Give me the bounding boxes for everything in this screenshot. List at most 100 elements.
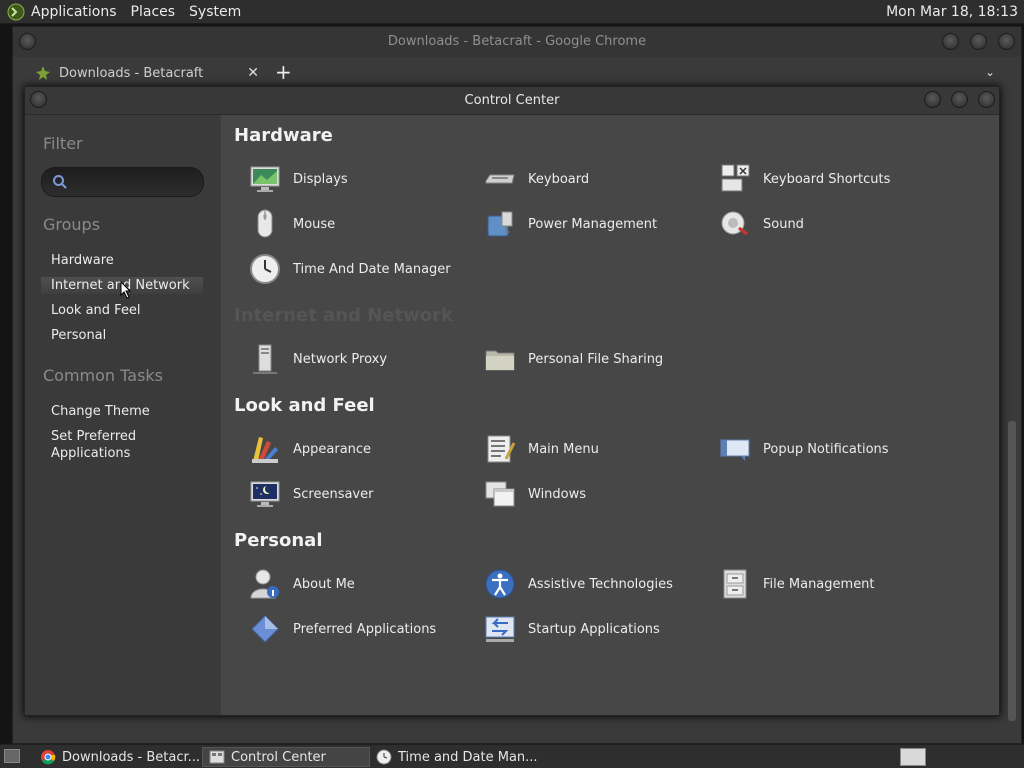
item-displays[interactable]: Displays: [249, 161, 479, 197]
control-center-title: Control Center: [464, 93, 560, 108]
task-link-set-preferred-applications[interactable]: Set Preferred Applications: [41, 428, 161, 462]
item-label: Windows: [528, 486, 587, 502]
section-title-look-and-feel: Look and Feel: [234, 395, 375, 416]
cc-menu-button[interactable]: [30, 91, 47, 108]
taskbar-item-time-and-date[interactable]: Time and Date Man...: [370, 747, 538, 767]
about-me-icon: [250, 569, 279, 599]
item-file-management[interactable]: File Management: [719, 566, 949, 602]
task-link-change-theme[interactable]: Change Theme: [41, 403, 203, 420]
control-center-icon: [209, 750, 225, 764]
chrome-close-button[interactable]: [998, 33, 1015, 50]
betacraft-favicon-icon: [36, 66, 50, 80]
new-tab-button[interactable]: +: [275, 60, 292, 84]
taskbar-item-label: Control Center: [231, 749, 326, 765]
taskbar-item-label: Time and Date Man...: [398, 749, 538, 765]
item-main-menu[interactable]: Main Menu: [484, 431, 714, 467]
filter-box[interactable]: [41, 167, 204, 197]
chrome-icon: [41, 750, 56, 765]
item-network-proxy[interactable]: Network Proxy: [249, 341, 479, 377]
network-proxy-icon: [253, 344, 277, 374]
item-about-me[interactable]: About Me: [249, 566, 479, 602]
group-link-look-and-feel[interactable]: Look and Feel: [41, 302, 203, 319]
item-sound[interactable]: Sound: [719, 206, 949, 242]
item-label: Main Menu: [528, 441, 599, 457]
item-label: Screensaver: [293, 486, 374, 502]
folder-share-icon: [485, 350, 515, 371]
taskbar-item-control-center[interactable]: Control Center: [202, 747, 370, 767]
common-tasks-heading: Common Tasks: [43, 366, 164, 385]
item-personal-file-sharing[interactable]: Personal File Sharing: [484, 341, 714, 377]
item-label: Assistive Technologies: [528, 576, 673, 592]
tab-search-chevron-icon[interactable]: ⌄: [985, 65, 995, 79]
item-label: Appearance: [293, 441, 372, 457]
chrome-minimize-button[interactable]: [942, 33, 959, 50]
chrome-titlebar[interactable]: Downloads - Betacraft - Google Chrome: [13, 27, 1021, 57]
group-link-personal[interactable]: Personal: [41, 327, 203, 344]
item-label: Network Proxy: [293, 351, 388, 367]
show-desktop-icon[interactable]: [4, 749, 20, 763]
item-label: Keyboard: [528, 171, 590, 187]
keyboard-icon: [485, 174, 515, 184]
bottom-taskbar: Downloads - Betacr... Control Center Tim…: [0, 744, 1024, 768]
item-keyboard[interactable]: Keyboard: [484, 161, 714, 197]
chrome-scrollbar-thumb[interactable]: [1008, 421, 1016, 721]
cc-minimize-button[interactable]: [924, 91, 941, 108]
tab-close-icon[interactable]: ✕: [247, 65, 259, 81]
chrome-menu-button[interactable]: [19, 33, 36, 50]
item-label: Personal File Sharing: [528, 351, 664, 367]
item-power-management[interactable]: Power Management: [484, 206, 714, 242]
item-label: Mouse: [293, 216, 336, 232]
item-assistive-technologies[interactable]: Assistive Technologies: [484, 566, 714, 602]
file-management-icon: [723, 569, 747, 599]
startup-apps-icon: [485, 616, 515, 642]
panel-clock[interactable]: Mon Mar 18, 18:13: [886, 4, 1018, 20]
filter-heading: Filter: [43, 134, 83, 153]
display-icon: [250, 166, 280, 192]
item-label: Keyboard Shortcuts: [763, 171, 891, 187]
control-center-sidebar: Filter Groups Hardware Internet and Netw…: [25, 115, 219, 715]
item-label: File Management: [763, 576, 875, 592]
popup-notifications-icon: [720, 439, 750, 461]
control-center-titlebar[interactable]: Control Center: [25, 87, 999, 115]
main-menu-icon: [487, 435, 516, 463]
taskbar-item-chrome[interactable]: Downloads - Betacr...: [34, 747, 200, 767]
groups-heading: Groups: [43, 215, 101, 234]
filter-input[interactable]: [72, 174, 192, 190]
mouse-cursor-icon: [120, 281, 132, 299]
chrome-tabstrip: Downloads - Betacraft ✕ + ⌄: [13, 57, 1021, 87]
search-icon: [53, 175, 67, 189]
applications-menu[interactable]: Applications: [31, 4, 117, 20]
item-label: About Me: [293, 576, 355, 592]
chrome-tab-downloads[interactable]: Downloads - Betacraft ✕: [21, 59, 261, 87]
group-link-hardware[interactable]: Hardware: [41, 252, 203, 269]
item-screensaver[interactable]: Screensaver: [249, 476, 479, 512]
screensaver-icon: [250, 481, 280, 507]
item-appearance[interactable]: Appearance: [249, 431, 479, 467]
chrome-maximize-button[interactable]: [970, 33, 987, 50]
item-preferred-applications[interactable]: Preferred Applications: [249, 611, 479, 647]
item-label: Popup Notifications: [763, 441, 889, 457]
windows-icon: [485, 481, 515, 507]
item-keyboard-shortcuts[interactable]: Keyboard Shortcuts: [719, 161, 949, 197]
cc-maximize-button[interactable]: [951, 91, 968, 108]
system-menu[interactable]: System: [189, 4, 241, 20]
item-startup-applications[interactable]: Startup Applications: [484, 611, 714, 647]
appearance-icon: [252, 437, 278, 463]
item-label: Sound: [763, 216, 804, 232]
mate-logo-icon[interactable]: [7, 3, 25, 21]
section-title-internet-and-network: Internet and Network: [234, 305, 453, 326]
accessibility-icon: [485, 569, 515, 599]
item-time-and-date-manager[interactable]: Time And Date Manager: [249, 251, 479, 287]
places-menu[interactable]: Places: [131, 4, 176, 20]
preferred-apps-icon: [251, 615, 279, 643]
chrome-scrollbar[interactable]: [1007, 131, 1017, 731]
control-center-content: Hardware Displays Keyboard Keyboard Shor…: [221, 115, 999, 715]
control-center-window: Control Center Filter Groups Hardware In…: [24, 86, 1000, 716]
item-label: Startup Applications: [528, 621, 660, 637]
item-mouse[interactable]: Mouse: [249, 206, 479, 242]
item-popup-notifications[interactable]: Popup Notifications: [719, 431, 949, 467]
cc-close-button[interactable]: [978, 91, 995, 108]
top-panel: Applications Places System Mon Mar 18, 1…: [0, 0, 1024, 24]
item-windows[interactable]: Windows: [484, 476, 714, 512]
workspace-switcher-icon[interactable]: [900, 748, 926, 766]
